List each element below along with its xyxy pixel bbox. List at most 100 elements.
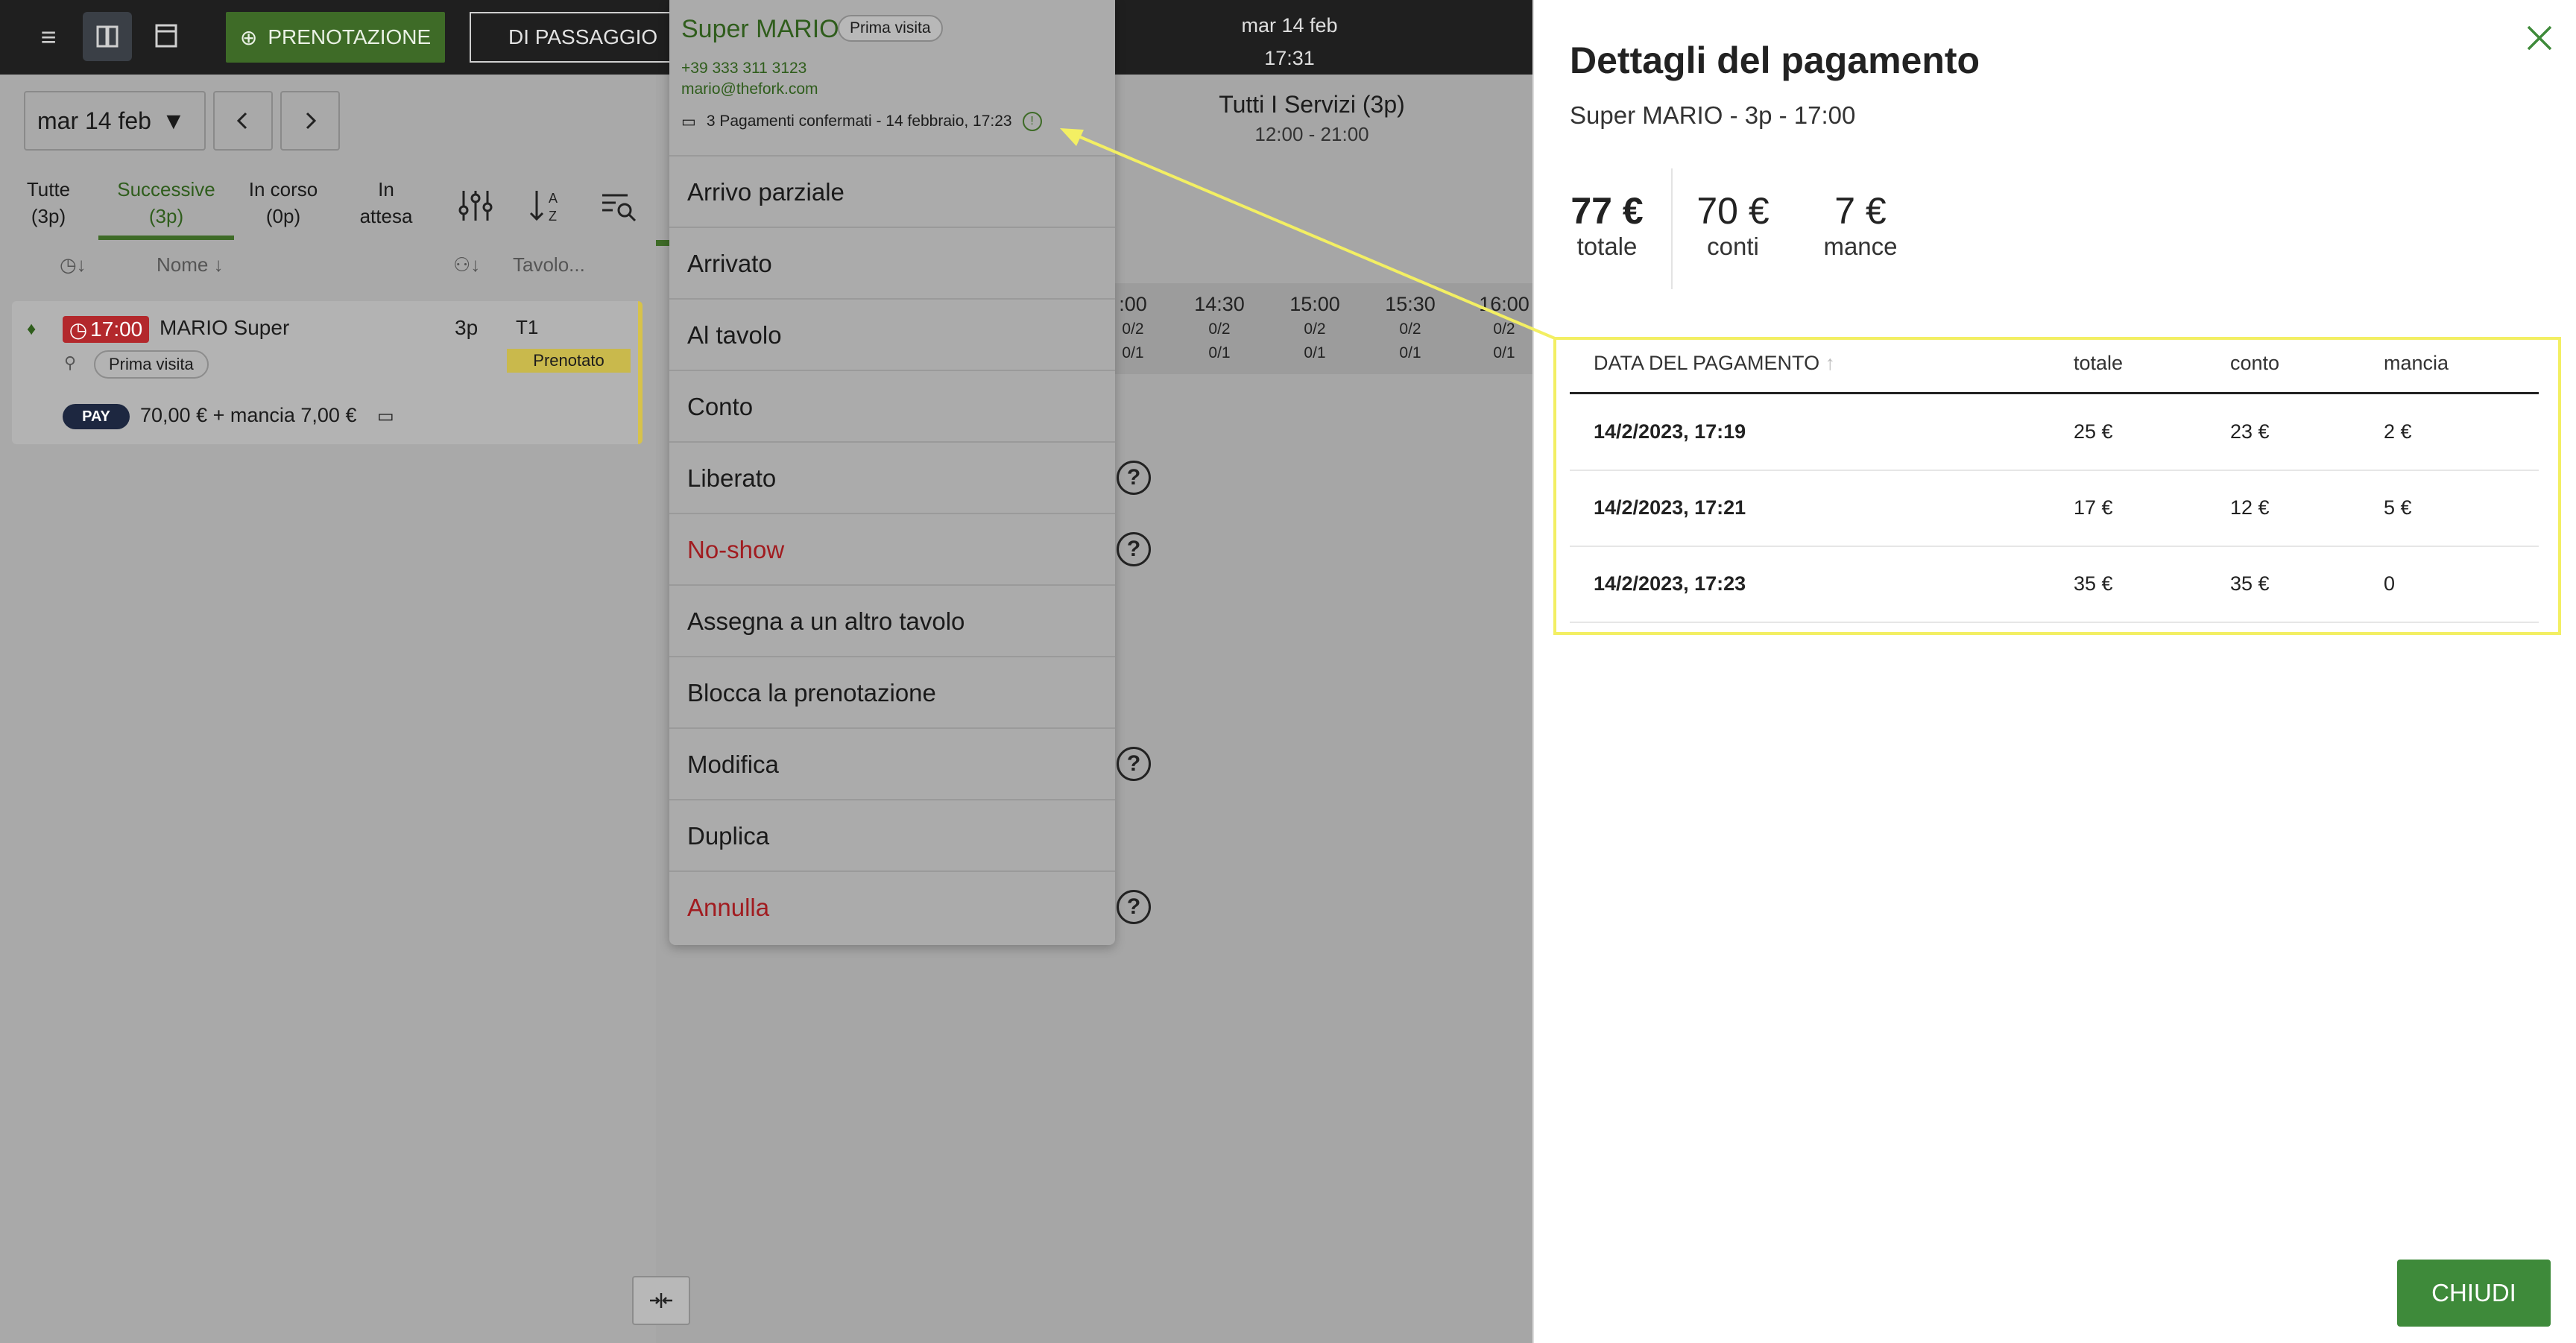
summary-label: mance <box>1823 233 1898 260</box>
sort-az-icon[interactable]: AZ <box>526 185 568 227</box>
tab-count: (0p) <box>265 205 301 227</box>
payments-note: ▭ 3 Pagamenti confermati - 14 febbraio, … <box>681 112 1042 131</box>
tab-count: attesa <box>359 205 413 227</box>
time-badge: ◷ 17:00 <box>63 316 149 343</box>
pay-badge: PAY <box>63 404 130 429</box>
filter-sliders-icon[interactable] <box>455 185 496 227</box>
summary-value: 70 € <box>1696 190 1770 232</box>
summary-value: 77 € <box>1570 190 1644 232</box>
slot-time: 15:00 <box>1289 293 1340 315</box>
svg-text:A: A <box>549 191 558 206</box>
book-view-icon[interactable] <box>83 12 132 61</box>
tab-label: Successive <box>117 178 215 200</box>
slot-time: 16:00 <box>1479 293 1530 315</box>
slot-time: 14:30 <box>1194 293 1245 315</box>
info-icon[interactable]: ! <box>1022 112 1042 131</box>
covers-count: 3p <box>455 316 479 339</box>
tab-count: (3p) <box>31 205 66 227</box>
table-number: T1 <box>516 316 539 338</box>
column-header-tavolo[interactable]: Tavolo... <box>513 253 585 276</box>
payment-summary: 70,00 € + mancia 7,00 € <box>140 404 357 426</box>
tab-successive[interactable]: Successive (3p) <box>104 176 228 230</box>
sort-time-icon[interactable]: ◷↓ <box>60 253 86 276</box>
slot-covers: 0/2 <box>1399 320 1421 338</box>
column-label: Nome <box>157 253 209 276</box>
menu-item-liberato[interactable]: Liberato <box>669 441 1115 513</box>
new-reservation-button[interactable]: ⊕ PRENOTAZIONE <box>226 12 445 63</box>
walk-in-label: DI PASSAGGIO <box>508 25 658 48</box>
calendar-icon[interactable] <box>142 18 191 55</box>
menu-item-assegna-tavolo[interactable]: Assegna a un altro tavolo <box>669 584 1115 656</box>
summary-conti: 70 € conti <box>1692 189 1774 261</box>
payment-details-panel <box>1532 0 2576 1343</box>
close-button[interactable]: CHIUDI <box>2397 1260 2551 1327</box>
slot-covers: 0/2 <box>1208 320 1231 338</box>
active-indicator <box>656 240 669 246</box>
guest-icon: ⚲ <box>64 353 77 372</box>
tab-label: In corso <box>248 178 318 200</box>
caret-down-icon: ▼ <box>161 107 186 134</box>
menu-item-arrivo-parziale[interactable]: Arrivo parziale <box>669 155 1115 227</box>
slot-time: :00 <box>1119 293 1147 315</box>
highlight-box <box>1553 337 2561 635</box>
plus-icon: ⊕ <box>239 25 258 49</box>
tab-tutte[interactable]: Tutte (3p) <box>22 176 75 230</box>
sort-covers-icon[interactable]: ⚇↓ <box>453 253 480 276</box>
page-title: Dettagli del pagamento <box>1570 40 1980 81</box>
timeline-slot[interactable]: 15:30 0/2 0/1 <box>1380 291 1440 365</box>
service-title: Tutti I Servizi (3p) <box>1219 91 1405 118</box>
svg-text:Z: Z <box>549 209 557 224</box>
slot-time: 15:30 <box>1385 293 1436 315</box>
column-header-nome[interactable]: Nome ↓ <box>157 253 224 276</box>
page-subtitle: Super MARIO - 3p - 17:00 <box>1570 101 1856 129</box>
summary-label: totale <box>1576 233 1638 260</box>
tab-label: Tutte <box>26 178 71 200</box>
slot-tables: 0/1 <box>1208 344 1231 361</box>
menu-item-duplica[interactable]: Duplica <box>669 799 1115 870</box>
guest-phone[interactable]: +39 333 311 3123 <box>681 60 806 78</box>
menu-item-conto[interactable]: Conto <box>669 370 1115 441</box>
date-selector-label: mar 14 feb <box>37 107 151 134</box>
card-icon: ▭ <box>681 113 696 130</box>
tab-in-corso[interactable]: In corso (0p) <box>240 176 326 230</box>
menu-guest-name[interactable]: Super MARIO <box>681 15 839 44</box>
menu-item-arrivato[interactable]: Arrivato <box>669 227 1115 298</box>
date-selector[interactable]: mar 14 feb ▼ <box>24 91 206 151</box>
summary-mance: 7 € mance <box>1816 189 1905 261</box>
summary-divider <box>1671 168 1673 289</box>
current-date: mar 14 feb <box>1241 14 1338 37</box>
close-icon[interactable] <box>2519 18 2560 58</box>
service-hours: 12:00 - 21:00 <box>1254 123 1369 145</box>
help-icon[interactable]: ? <box>1117 532 1151 566</box>
menu-item-modifica[interactable]: Modifica <box>669 727 1115 799</box>
next-day-button[interactable] <box>280 91 340 151</box>
slot-tables: 0/1 <box>1304 344 1326 361</box>
help-icon[interactable]: ? <box>1117 747 1151 781</box>
service-selector[interactable]: Tutti I Servizi (3p) 12:00 - 21:00 <box>1103 89 1521 149</box>
prev-day-button[interactable] <box>213 91 273 151</box>
menu-item-blocca[interactable]: Blocca la prenotazione <box>669 656 1115 727</box>
clock-icon: ◷ <box>69 317 88 341</box>
walk-in-button[interactable]: DI PASSAGGIO <box>470 12 671 63</box>
hamburger-menu-icon[interactable]: ≡ <box>22 21 75 54</box>
payments-note-text: 3 Pagamenti confermati - 14 febbraio, 17… <box>706 113 1012 130</box>
guest-name: MARIO Super <box>160 316 290 339</box>
tab-in-attesa[interactable]: In attesa <box>350 176 422 230</box>
chevron-right-icon <box>306 112 317 130</box>
help-icon[interactable]: ? <box>1117 890 1151 924</box>
menu-item-no-show[interactable]: No-show <box>669 513 1115 584</box>
menu-item-annulla[interactable]: Annulla <box>669 870 1115 942</box>
timeline-slot[interactable]: 16:00 0/2 0/1 <box>1476 291 1532 365</box>
guest-email[interactable]: mario@thefork.com <box>681 80 818 98</box>
summary-value: 7 € <box>1834 190 1887 232</box>
search-list-icon[interactable] <box>598 185 640 227</box>
leaf-icon: ♦ <box>27 319 37 339</box>
tab-count: (3p) <box>148 205 184 227</box>
help-icon[interactable]: ? <box>1117 461 1151 495</box>
menu-item-al-tavolo[interactable]: Al tavolo <box>669 298 1115 370</box>
timeline-slot[interactable]: 15:00 0/2 0/1 <box>1285 291 1345 365</box>
current-datetime: mar 14 feb 17:31 <box>1148 9 1431 75</box>
resize-handle-icon[interactable] <box>632 1276 690 1325</box>
timeline-slot[interactable]: 14:30 0/2 0/1 <box>1190 291 1249 365</box>
chevron-left-icon <box>236 112 247 130</box>
